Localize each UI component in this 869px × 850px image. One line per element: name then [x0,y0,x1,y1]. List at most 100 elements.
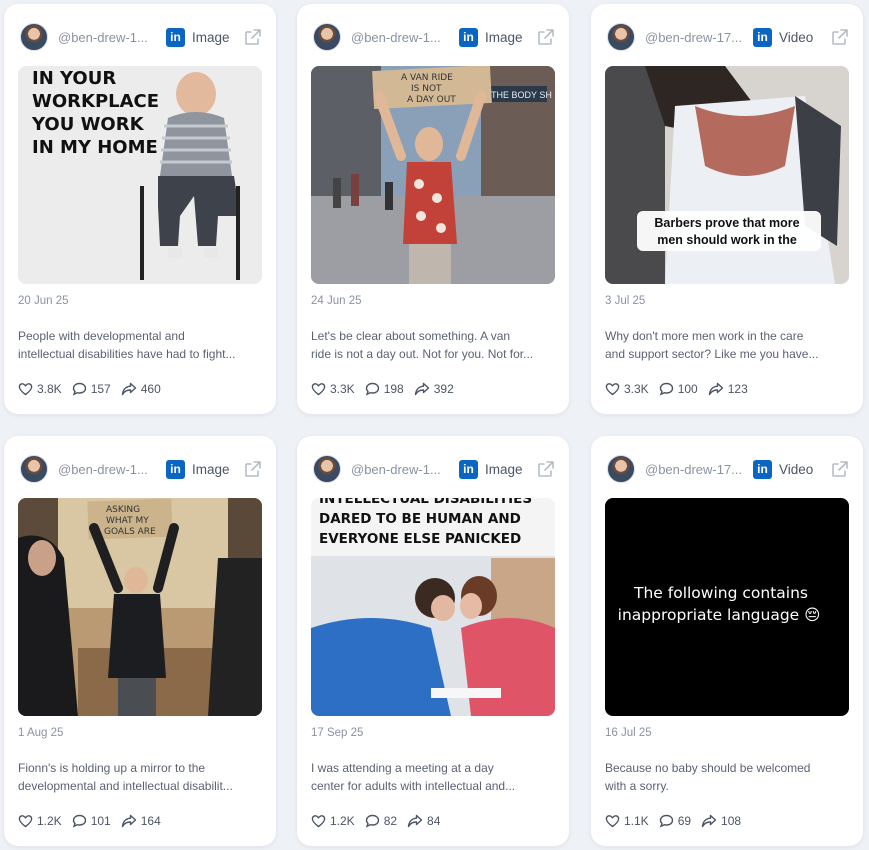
post-description: Fionn's is holding up a mirror to the de… [18,760,262,795]
content-grid: @ben-drew-1... in Image IN YOUR WORKPLAC… [0,0,869,850]
likes-stat: 3.3K [605,382,649,396]
media-illustration: Barbers prove that more men should work … [605,66,849,284]
external-link-icon[interactable] [537,460,555,478]
linkedin-icon: in [459,27,478,47]
media-caption-line: A VAN RIDE [401,73,453,83]
post-description: People with developmental and intellectu… [18,328,262,363]
media-illustration: INTELLECTUAL DISABILITIES DARED TO BE HU… [311,498,555,716]
description-line: ride is not a day out. Not for you. Not … [311,346,534,361]
shares-count: 123 [727,382,748,396]
post-description: Let's be clear about something. A van ri… [311,328,555,363]
post-type-label: Image [485,29,523,45]
comments-count: 198 [383,382,404,396]
description-line: Let's be clear about something. A van [311,329,511,343]
linkedin-icon: in [166,459,185,479]
avatar [607,23,635,51]
description-line: intellectual disabilities have had to fi… [18,346,236,361]
post-type-label: Image [485,461,523,477]
post-date: 3 Jul 25 [605,295,646,307]
card-header: @ben-drew-17... in Video [607,20,849,54]
share-icon [414,382,429,396]
card-header: @ben-drew-1... in Image [313,452,555,486]
post-media-image[interactable]: ASKING WHAT MY GOALS ARE [18,498,262,716]
media-caption-line: INTELLECTUAL DISABILITIES [319,498,532,507]
post-card[interactable]: @ben-drew-1... in Image IN YOUR WORKPLAC… [4,4,276,414]
author-handle[interactable]: @ben-drew-17... [645,462,743,477]
likes-stat: 3.8K [18,382,62,396]
media-caption-line: GOALS ARE [104,527,156,537]
avatar [20,455,48,483]
comments-stat: 82 [365,814,397,828]
share-icon [708,382,723,396]
post-media-image[interactable]: THE BODY SH A VAN RIDE IS NOT A DAY OUT [311,66,555,284]
comments-count: 82 [383,814,398,828]
media-caption-line: YOU WORK [31,114,145,135]
external-link-icon[interactable] [537,28,555,46]
comments-count: 157 [90,382,111,396]
media-caption-line: EVERYONE ELSE PANICKED [319,531,521,547]
likes-count: 3.8K [37,382,62,396]
engagement-stats: 1.2K 82 84 [311,812,450,830]
likes-count: 1.2K [330,814,355,828]
author-handle[interactable]: @ben-drew-17... [645,30,743,45]
post-date: 1 Aug 25 [18,727,64,739]
comments-stat: 100 [659,382,698,396]
external-link-icon[interactable] [831,28,849,46]
engagement-stats: 3.3K 100 123 [605,380,758,398]
external-link-icon[interactable] [831,460,849,478]
media-caption-line: A DAY OUT [407,95,456,105]
comments-count: 100 [677,382,698,396]
post-card[interactable]: @ben-drew-17... in Video The following c… [591,436,863,846]
avatar [313,23,341,51]
video-caption-line: Barbers prove that more [654,216,799,230]
heart-icon [18,815,33,828]
description-line: Because no baby should be welcomed [605,761,811,775]
description-line: Why don't more men work in the care [605,329,804,343]
shares-stat: 392 [414,382,454,396]
comments-stat: 198 [365,382,404,396]
shares-count: 108 [721,814,742,828]
description-line: I was attending a meeting at a day [311,761,494,775]
author-handle[interactable]: @ben-drew-1... [58,30,156,45]
comment-icon [72,382,86,396]
post-description: Because no baby should be welcomed with … [605,760,849,795]
post-video-thumbnail[interactable]: The following contains inappropriate lan… [605,498,849,716]
post-date: 17 Sep 25 [311,727,364,739]
post-video-thumbnail[interactable]: Barbers prove that more men should work … [605,66,849,284]
shares-count: 84 [427,814,441,828]
card-header: @ben-drew-1... in Image [313,20,555,54]
post-card[interactable]: @ben-drew-1... in Image THE BODY SH A VA… [297,4,569,414]
shares-stat: 84 [407,814,440,828]
card-header: @ben-drew-1... in Image [20,20,262,54]
share-icon [407,814,423,828]
linkedin-icon: in [753,459,772,479]
media-caption-line: IN YOUR [32,68,116,89]
author-handle[interactable]: @ben-drew-1... [58,462,156,477]
description-line: People with developmental and [18,329,185,343]
post-card[interactable]: @ben-drew-1... in Image ASKING WHAT MY G… [4,436,276,846]
media-illustration: The following contains inappropriate lan… [605,498,849,716]
shares-stat: 460 [121,382,161,396]
author-handle[interactable]: @ben-drew-1... [351,462,449,477]
post-media-image[interactable]: INTELLECTUAL DISABILITIES DARED TO BE HU… [311,498,555,716]
external-link-icon[interactable] [244,28,262,46]
media-illustration: ASKING WHAT MY GOALS ARE [18,498,262,716]
video-caption-line: men should work in the [657,233,797,247]
comment-icon [365,382,379,396]
linkedin-icon: in [166,27,185,47]
engagement-stats: 3.8K 157 460 [18,380,171,398]
comment-icon [659,382,673,396]
avatar [20,23,48,51]
media-caption-line: IS NOT [411,84,442,94]
post-card[interactable]: @ben-drew-17... in Video Barbers prove t… [591,4,863,414]
post-card[interactable]: @ben-drew-1... in Image INTELLECTUAL DIS… [297,436,569,846]
post-media-image[interactable]: IN YOUR WORKPLACE YOU WORK IN MY HOME [18,66,262,284]
card-header: @ben-drew-1... in Image [20,452,262,486]
post-description: Why don't more men work in the care and … [605,328,849,363]
avatar [607,455,635,483]
external-link-icon[interactable] [244,460,262,478]
author-handle[interactable]: @ben-drew-1... [351,30,449,45]
shares-stat: 108 [701,814,741,828]
share-icon [701,814,717,828]
shares-stat: 123 [708,382,748,396]
